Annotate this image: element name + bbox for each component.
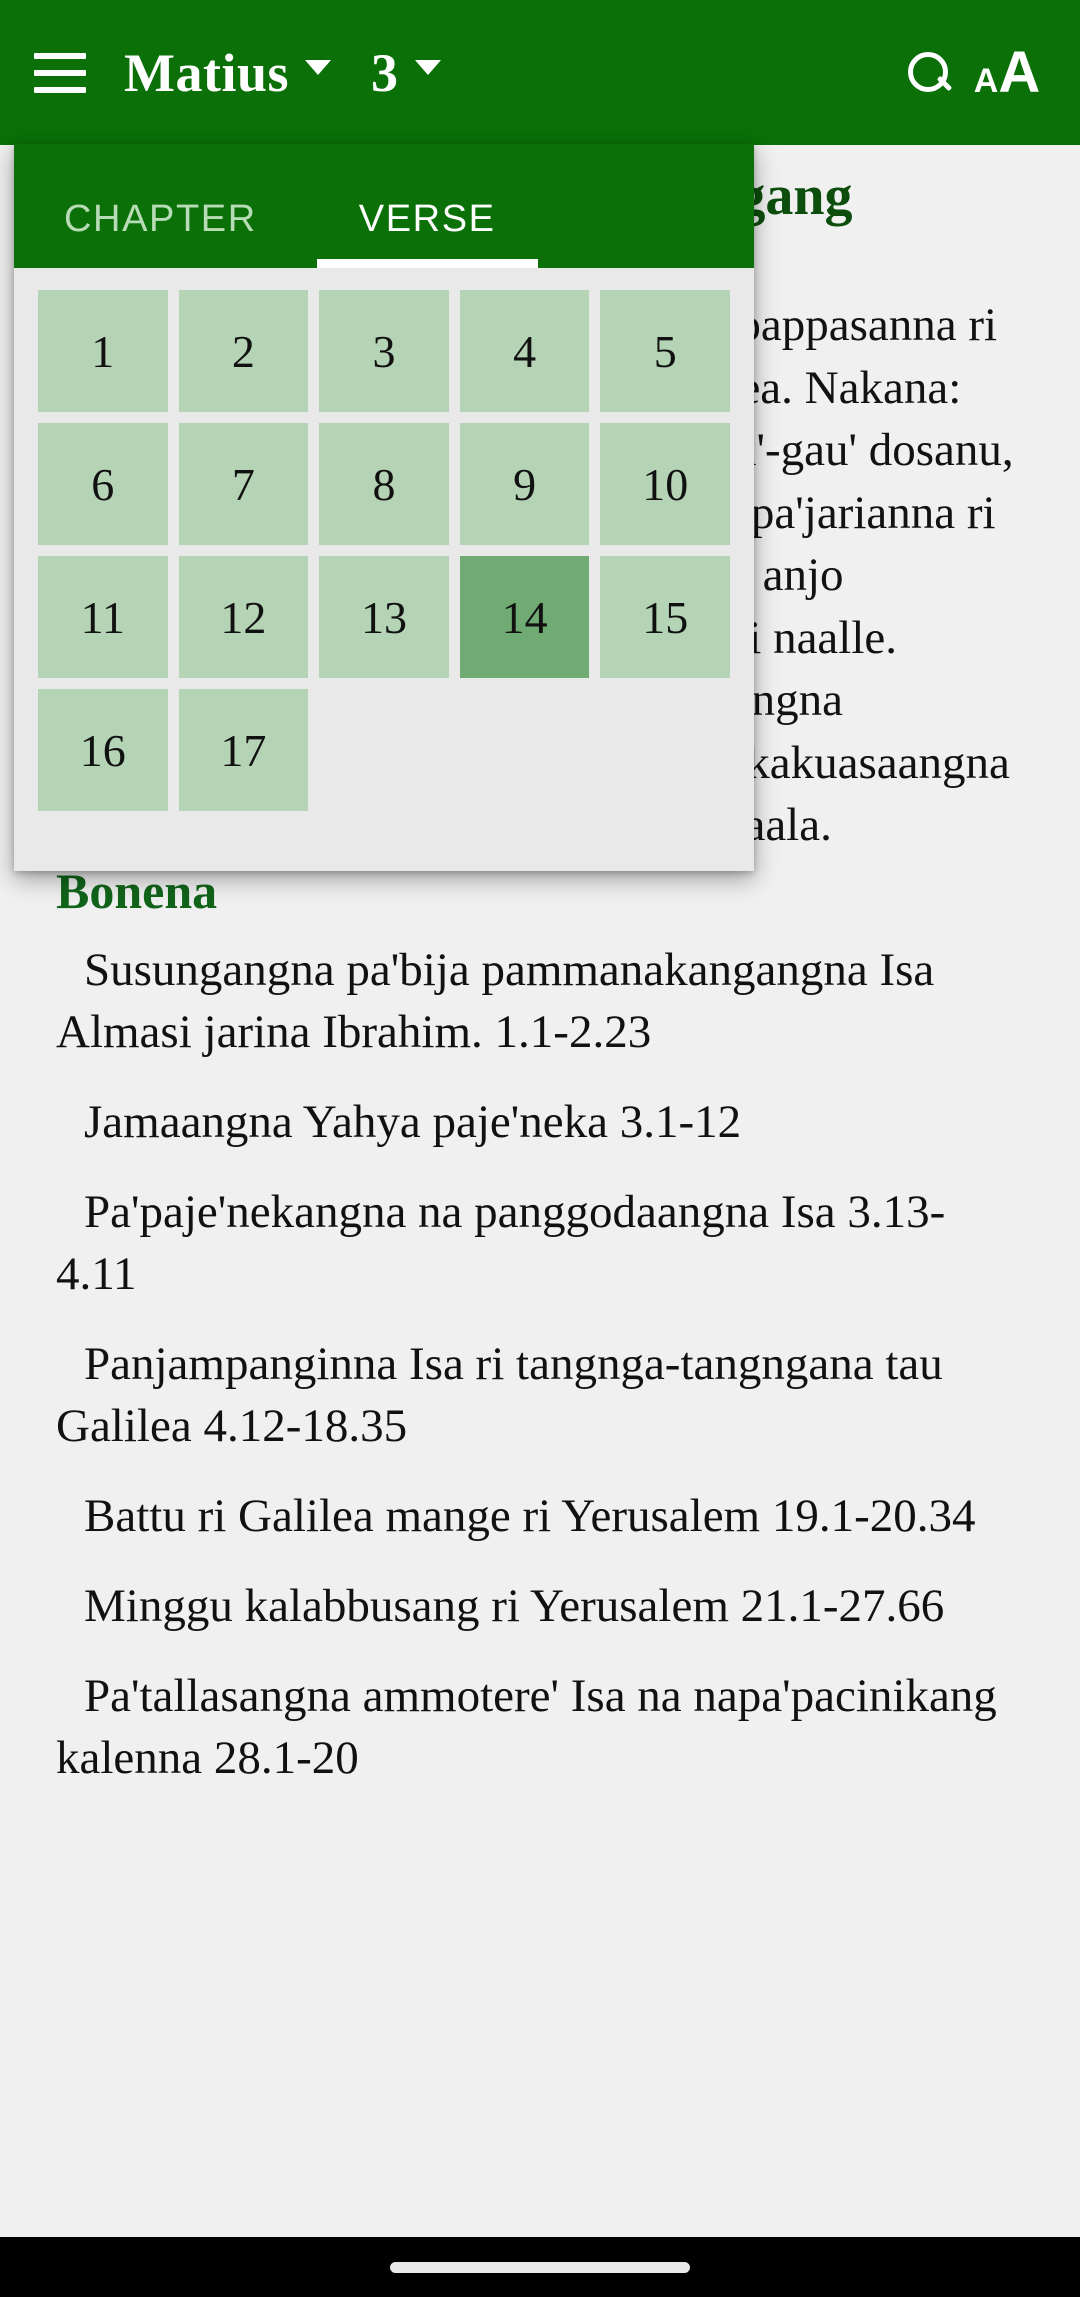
hamburger-line xyxy=(34,86,86,93)
search-button[interactable] xyxy=(890,34,968,112)
verse-cell-11[interactable]: 11 xyxy=(38,556,168,678)
verse-cell-9[interactable]: 9 xyxy=(459,423,590,545)
hamburger-menu-icon[interactable] xyxy=(34,52,86,93)
picker-tab-bar: CHAPTER VERSE xyxy=(14,144,754,268)
gesture-nav-pill[interactable] xyxy=(390,2261,690,2273)
hamburger-line xyxy=(34,52,86,59)
book-selector[interactable]: Matius xyxy=(124,46,331,100)
verse-cell-3[interactable]: 3 xyxy=(319,290,449,412)
outline-item[interactable]: Pa'paje'nekangna na panggodaangna Isa 3.… xyxy=(56,1181,1024,1305)
book-name-label: Matius xyxy=(124,42,289,103)
verse-cell-1[interactable]: 1 xyxy=(38,290,168,412)
outline-item[interactable]: Susungangna pa'bija pammanakangangna Isa… xyxy=(56,939,1024,1063)
tab-chapter[interactable]: CHAPTER xyxy=(64,200,317,268)
verse-cell-6[interactable]: 6 xyxy=(38,423,168,545)
chapter-selector[interactable]: 3 xyxy=(371,46,441,100)
outline-item[interactable]: Pa'tallasangna ammotere' Isa na napa'pac… xyxy=(56,1665,1024,1789)
outline-item[interactable]: Battu ri Galilea mange ri Yerusalem 19.1… xyxy=(56,1485,1024,1547)
tab-verse[interactable]: VERSE xyxy=(316,200,538,268)
verse-cell-15[interactable]: 15 xyxy=(600,556,730,678)
verse-cell-7[interactable]: 7 xyxy=(178,423,309,545)
text-size-small-a: A xyxy=(973,61,999,100)
text-size-button[interactable]: AA xyxy=(968,34,1046,112)
outline-item[interactable]: Jamaangna Yahya paje'neka 3.1-12 xyxy=(56,1091,1024,1153)
verse-cell-8[interactable]: 8 xyxy=(319,423,449,545)
verse-cell-17[interactable]: 17 xyxy=(178,689,309,811)
chapter-number-label: 3 xyxy=(371,42,399,103)
hamburger-line xyxy=(34,69,86,76)
verse-cell-12[interactable]: 12 xyxy=(178,556,309,678)
verse-cell-10[interactable]: 10 xyxy=(600,423,730,545)
verse-cell-13[interactable]: 13 xyxy=(319,556,449,678)
system-navigation-bar xyxy=(0,2237,1080,2297)
verse-cell-4[interactable]: 4 xyxy=(459,290,590,412)
verse-cell-16[interactable]: 16 xyxy=(38,689,168,811)
top-app-bar: Matius 3 AA xyxy=(0,0,1080,145)
text-size-icon: AA xyxy=(973,39,1041,105)
chevron-down-icon xyxy=(305,60,331,75)
chevron-down-icon xyxy=(414,60,441,75)
search-icon xyxy=(906,50,952,96)
verse-cell-5[interactable]: 5 xyxy=(600,290,730,412)
verse-cell-14[interactable]: 14 xyxy=(459,556,590,678)
verse-grid: 1 2 3 4 5 6 7 8 9 10 11 12 13 14 15 16 17 xyxy=(38,290,730,811)
outline-item[interactable]: Panjampanginna Isa ri tangnga-tangngana … xyxy=(56,1333,1024,1457)
text-size-big-a: A xyxy=(998,39,1041,105)
chapter-verse-picker: CHAPTER VERSE 1 2 3 4 5 6 7 8 9 10 11 12 13 14 15 16 17 xyxy=(14,144,754,871)
verse-cell-2[interactable]: 2 xyxy=(178,290,309,412)
outline-item[interactable]: Minggu kalabbusang ri Yerusalem 21.1-27.… xyxy=(56,1575,1024,1637)
picker-panel: 1 2 3 4 5 6 7 8 9 10 11 12 13 14 15 16 17 xyxy=(14,268,754,871)
app-root: Matius 3 AA Isa nipantama' ri je'neka si… xyxy=(0,0,1080,2297)
